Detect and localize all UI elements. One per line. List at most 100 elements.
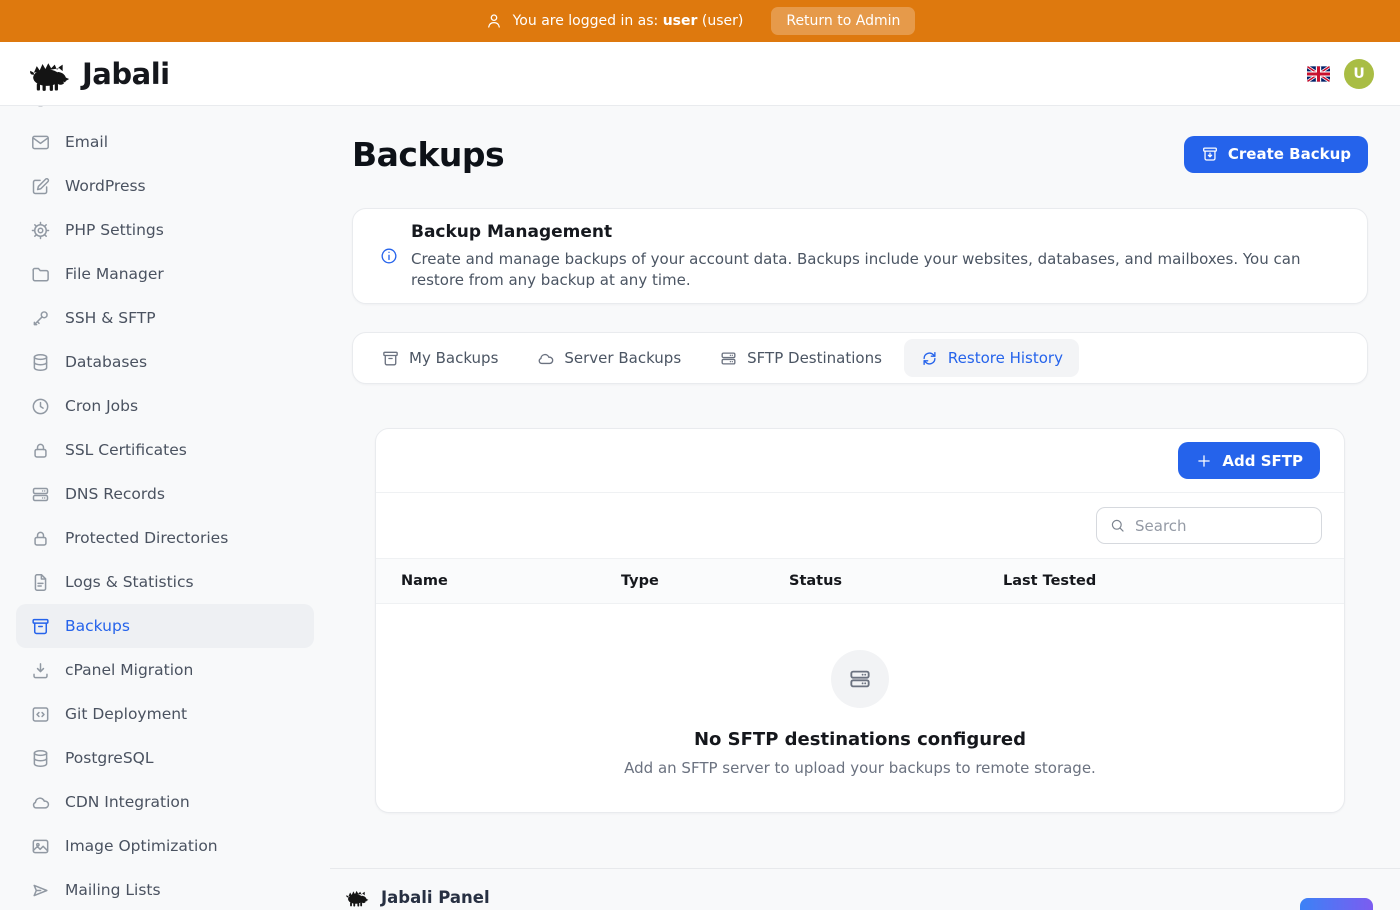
sidebar-item-backups[interactable]: Backups: [16, 604, 314, 648]
boar-logo-icon: [344, 887, 370, 907]
clock-icon: [30, 396, 51, 417]
app-header: Jabali U: [0, 42, 1400, 106]
archive-icon: [30, 616, 51, 637]
lock-icon: [30, 440, 51, 461]
sidebar-item-label: Image Optimization: [65, 837, 218, 855]
key-icon: [30, 308, 51, 329]
sidebar: EmailWordPressPHP SettingsFile ManagerSS…: [0, 106, 330, 900]
server-icon: [847, 666, 873, 692]
brand-name: Jabali: [82, 57, 170, 91]
sidebar-item-cron-jobs[interactable]: Cron Jobs: [16, 384, 314, 428]
sidebar-item-cdn-integration[interactable]: CDN Integration: [16, 780, 314, 824]
impersonation-username: user: [663, 13, 698, 29]
search-input[interactable]: [1135, 517, 1295, 535]
sidebar-item-partial[interactable]: [16, 106, 314, 120]
sidebar-item-git-deployment[interactable]: Git Deployment: [16, 692, 314, 736]
sidebar-item-logs-statistics[interactable]: Logs & Statistics: [16, 560, 314, 604]
sftp-panel: Add SFTP NameTypeStatusLast Tested No SF…: [375, 428, 1345, 813]
sidebar-item-postgresql[interactable]: PostgreSQL: [16, 736, 314, 780]
sidebar-item-label: CDN Integration: [65, 793, 190, 811]
column-header-name: Name: [401, 573, 621, 589]
plus-icon: [1195, 452, 1213, 470]
uk-flag-icon[interactable]: [1307, 66, 1330, 82]
page-title: Backups: [352, 135, 504, 174]
download-icon: [30, 660, 51, 681]
sidebar-item-databases[interactable]: Databases: [16, 340, 314, 384]
sidebar-item-label: SSL Certificates: [65, 441, 187, 459]
page-footer: Jabali Panel: [330, 868, 1400, 908]
sftp-toolbar: Add SFTP: [376, 429, 1344, 493]
tab-server-backups[interactable]: Server Backups: [520, 339, 697, 377]
server-icon: [719, 349, 738, 368]
return-to-admin-button[interactable]: Return to Admin: [771, 7, 915, 35]
person-icon: [485, 12, 503, 30]
empty-state-title: No SFTP destinations configured: [694, 729, 1026, 750]
sidebar-item-label: Git Deployment: [65, 705, 187, 723]
search-icon: [1109, 517, 1126, 534]
column-header-type: Type: [621, 573, 789, 589]
sidebar-item-ssh-sftp[interactable]: SSH & SFTP: [16, 296, 314, 340]
sidebar-item-label: Cron Jobs: [65, 397, 138, 415]
header-right: U: [1307, 59, 1374, 89]
empty-state: No SFTP destinations configured Add an S…: [376, 604, 1344, 813]
archive-icon: [381, 349, 400, 368]
table-header-row: NameTypeStatusLast Tested: [376, 558, 1344, 604]
column-header-status: Status: [789, 573, 1003, 589]
add-sftp-button[interactable]: Add SFTP: [1178, 442, 1320, 479]
image-icon: [30, 836, 51, 857]
tab-label: SFTP Destinations: [747, 349, 882, 367]
pencil-square-icon: [30, 176, 51, 197]
database-icon: [30, 748, 51, 769]
page-head: Backups Create Backup: [352, 132, 1368, 176]
tab-label: Server Backups: [564, 349, 681, 367]
document-icon: [30, 572, 51, 593]
sidebar-item-label: WordPress: [65, 177, 146, 195]
sidebar-item-php-settings[interactable]: PHP Settings: [16, 208, 314, 252]
folder-icon: [30, 264, 51, 285]
tab-my-backups[interactable]: My Backups: [365, 339, 514, 377]
sidebar-item-cpanel-migration[interactable]: cPanel Migration: [16, 648, 314, 692]
sidebar-item-label: Logs & Statistics: [65, 573, 194, 591]
tabs-bar: My Backups Server Backups SFTP Destination…: [352, 332, 1368, 384]
envelope-icon: [30, 132, 51, 153]
send-icon: [30, 880, 51, 901]
gear-icon: [30, 220, 51, 241]
globe-icon: [30, 106, 51, 109]
column-header-last-tested: Last Tested: [1003, 573, 1344, 589]
database-icon: [30, 352, 51, 373]
sidebar-item-label: PHP Settings: [65, 221, 164, 239]
sidebar-nav: EmailWordPressPHP SettingsFile ManagerSS…: [16, 120, 314, 900]
boar-logo-icon: [26, 56, 72, 92]
sidebar-item-image-optimization[interactable]: Image Optimization: [16, 824, 314, 868]
refresh-icon: [920, 349, 939, 368]
sidebar-item-label: Databases: [65, 353, 147, 371]
sidebar-item-label: Backups: [65, 617, 130, 635]
sidebar-item-file-manager[interactable]: File Manager: [16, 252, 314, 296]
sidebar-item-label: DNS Records: [65, 485, 165, 503]
user-avatar[interactable]: U: [1344, 59, 1374, 89]
impersonation-prefix: You are logged in as:: [513, 13, 659, 29]
create-backup-button[interactable]: Create Backup: [1184, 136, 1368, 173]
sidebar-item-dns-records[interactable]: DNS Records: [16, 472, 314, 516]
sidebar-item-email[interactable]: Email: [16, 120, 314, 164]
archive-arrow-down-icon: [1201, 145, 1219, 163]
sidebar-item-protected-directories[interactable]: Protected Directories: [16, 516, 314, 560]
main-content: Backups Create Backup Backup Management …: [352, 106, 1368, 813]
sidebar-item-mailing-lists[interactable]: Mailing Lists: [16, 868, 314, 900]
sidebar-item-label: Email: [65, 133, 108, 151]
brand: Jabali: [26, 56, 170, 92]
impersonation-role: (user): [702, 13, 743, 29]
tab-restore-history[interactable]: Restore History: [904, 339, 1079, 377]
impersonation-bar: You are logged in as: user (user) Return…: [0, 0, 1400, 42]
sidebar-item-label: cPanel Migration: [65, 661, 193, 679]
impersonation-text: You are logged in as: user (user): [513, 13, 744, 29]
tab-label: Restore History: [948, 349, 1063, 367]
footer-brand-name: Jabali Panel: [381, 888, 490, 907]
footer-brand: Jabali Panel: [344, 887, 490, 907]
tab-sftp-destinations[interactable]: SFTP Destinations: [703, 339, 898, 377]
lock-icon: [30, 528, 51, 549]
search-row: [376, 493, 1344, 558]
sidebar-item-wordpress[interactable]: WordPress: [16, 164, 314, 208]
sidebar-item-ssl-certificates[interactable]: SSL Certificates: [16, 428, 314, 472]
info-text: Backup Management Create and manage back…: [411, 222, 1341, 291]
